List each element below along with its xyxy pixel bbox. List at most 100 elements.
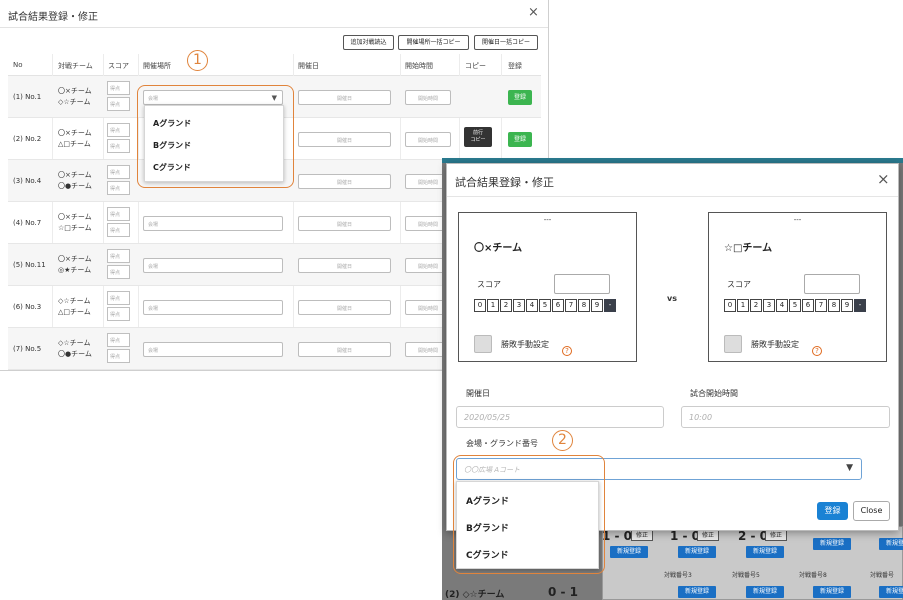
score-input[interactable]: 得点	[107, 207, 130, 221]
digit-button[interactable]: 0	[474, 299, 486, 312]
date-input[interactable]: 2020/05/25	[456, 406, 664, 428]
score-input[interactable]: 得点	[107, 181, 130, 195]
digit-button[interactable]: 8	[828, 299, 840, 312]
digit-button[interactable]: 5	[539, 299, 551, 312]
clear-digit-button[interactable]: -	[854, 299, 866, 312]
callout-highlight	[137, 85, 294, 188]
team-score-panel-left: --- 〇×チーム スコア 0123456789- 勝敗手動設定 ?	[458, 212, 637, 362]
new-register-button[interactable]: 新規登録	[813, 586, 851, 598]
digit-button[interactable]: 0	[724, 299, 736, 312]
digit-button[interactable]: 2	[750, 299, 762, 312]
score-input[interactable]: 得点	[107, 249, 130, 263]
column-header: コピー	[465, 62, 486, 70]
close-icon[interactable]: ×	[877, 170, 890, 188]
clear-digit-button[interactable]: -	[604, 299, 616, 312]
score-input[interactable]: 得点	[107, 265, 130, 279]
score-input[interactable]: 得点	[107, 333, 130, 347]
score-input[interactable]: 得点	[107, 291, 130, 305]
team-b: △□チーム	[58, 308, 91, 316]
time-input[interactable]: 開始時間	[405, 132, 451, 147]
date-input[interactable]: 開催日	[298, 132, 391, 147]
callout-highlight	[453, 455, 605, 574]
digit-button[interactable]: 9	[841, 299, 853, 312]
help-icon[interactable]: ?	[812, 346, 822, 356]
manual-result-checkbox[interactable]	[474, 335, 492, 353]
place-bulk-copy-button[interactable]: 開催場所一括コピー	[398, 35, 469, 50]
close-button[interactable]: Close	[853, 501, 890, 521]
score-input[interactable]: 得点	[107, 81, 130, 95]
score-input[interactable]: 得点	[107, 307, 130, 321]
table-header: No 対戦チーム スコア 開催場所 開催日 開始時間 コピー 登録	[8, 54, 541, 76]
new-register-button[interactable]: 新規登録	[879, 586, 903, 598]
score-input[interactable]: 得点	[107, 349, 130, 363]
fix-button[interactable]: 修正	[765, 530, 787, 541]
digit-button[interactable]: 7	[565, 299, 577, 312]
digit-button[interactable]: 1	[737, 299, 749, 312]
date-input[interactable]: 開催日	[298, 90, 391, 105]
score-text: 1 - 0	[602, 529, 633, 543]
fix-button[interactable]: 修正	[697, 530, 719, 541]
digit-button[interactable]: 6	[802, 299, 814, 312]
digit-button[interactable]: 4	[526, 299, 538, 312]
digit-button[interactable]: 7	[815, 299, 827, 312]
score-input[interactable]: 得点	[107, 97, 130, 111]
digit-button[interactable]: 1	[487, 299, 499, 312]
team-score-panel-right: --- ☆□チーム スコア 0123456789- 勝敗手動設定 ?	[708, 212, 887, 362]
date-bulk-copy-button[interactable]: 開催日一括コピー	[474, 35, 538, 50]
score-text: 0 - 1	[548, 585, 579, 599]
score-input[interactable]	[554, 274, 610, 294]
close-icon[interactable]: ×	[528, 5, 539, 20]
venue-select[interactable]: 会場	[143, 216, 283, 231]
column-header: スコア	[108, 62, 129, 70]
digit-button[interactable]: 8	[578, 299, 590, 312]
score-input[interactable]	[804, 274, 860, 294]
fix-button[interactable]: 修正	[631, 530, 653, 541]
score-input[interactable]: 得点	[107, 139, 130, 153]
new-register-button[interactable]: 新規登録	[746, 546, 784, 558]
date-input[interactable]: 開催日	[298, 174, 391, 189]
venue-select[interactable]: 会場	[143, 300, 283, 315]
digit-button[interactable]: 6	[552, 299, 564, 312]
team-b: △□チーム	[58, 140, 91, 148]
team-b: 〇●チーム	[58, 350, 92, 358]
new-register-button[interactable]: 新規登録	[813, 538, 851, 550]
column-header: No	[13, 61, 23, 69]
digit-button[interactable]: 4	[776, 299, 788, 312]
manual-result-checkbox[interactable]	[724, 335, 742, 353]
new-register-button[interactable]: 新規登録	[678, 546, 716, 558]
register-button[interactable]: 登録	[508, 90, 532, 105]
team-name: 〇×チーム	[474, 243, 523, 254]
modal-header: 試合結果登録・修正 ×	[0, 0, 548, 28]
new-register-button[interactable]: 新規登録	[746, 586, 784, 598]
digit-button[interactable]: 3	[763, 299, 775, 312]
date-input[interactable]: 開催日	[298, 216, 391, 231]
venue-select[interactable]: 会場	[143, 342, 283, 357]
digit-button[interactable]: 3	[513, 299, 525, 312]
row-team-label: (2) ◇☆チーム	[445, 590, 505, 600]
date-input[interactable]: 開催日	[298, 342, 391, 357]
new-register-button[interactable]: 新規登録	[879, 538, 903, 550]
score-input[interactable]: 得点	[107, 165, 130, 179]
callout-number: 2	[552, 430, 573, 451]
help-icon[interactable]: ?	[562, 346, 572, 356]
score-input[interactable]: 得点	[107, 123, 130, 137]
date-input[interactable]: 開催日	[298, 258, 391, 273]
copy-previous-row-button[interactable]: 前行 コピー	[464, 127, 492, 147]
date-input[interactable]: 開催日	[298, 300, 391, 315]
new-register-button[interactable]: 新規登録	[610, 546, 648, 558]
add-match-button[interactable]: 追加対戦読込	[343, 35, 394, 50]
register-button[interactable]: 登録	[508, 132, 532, 147]
time-input[interactable]: 開始時間	[405, 90, 451, 105]
register-button[interactable]: 登録	[817, 502, 848, 520]
match-number: (6) No.3	[13, 303, 42, 311]
column-header: 開催日	[298, 62, 319, 70]
start-time-input[interactable]: 10:00	[681, 406, 890, 428]
digit-button[interactable]: 2	[500, 299, 512, 312]
manual-result-label: 勝敗手動設定	[501, 340, 549, 349]
digit-button[interactable]: 5	[789, 299, 801, 312]
venue-select[interactable]: 会場	[143, 258, 283, 273]
team-a: 〇×チーム	[58, 129, 92, 137]
digit-button[interactable]: 9	[591, 299, 603, 312]
new-register-button[interactable]: 新規登録	[678, 586, 716, 598]
score-input[interactable]: 得点	[107, 223, 130, 237]
